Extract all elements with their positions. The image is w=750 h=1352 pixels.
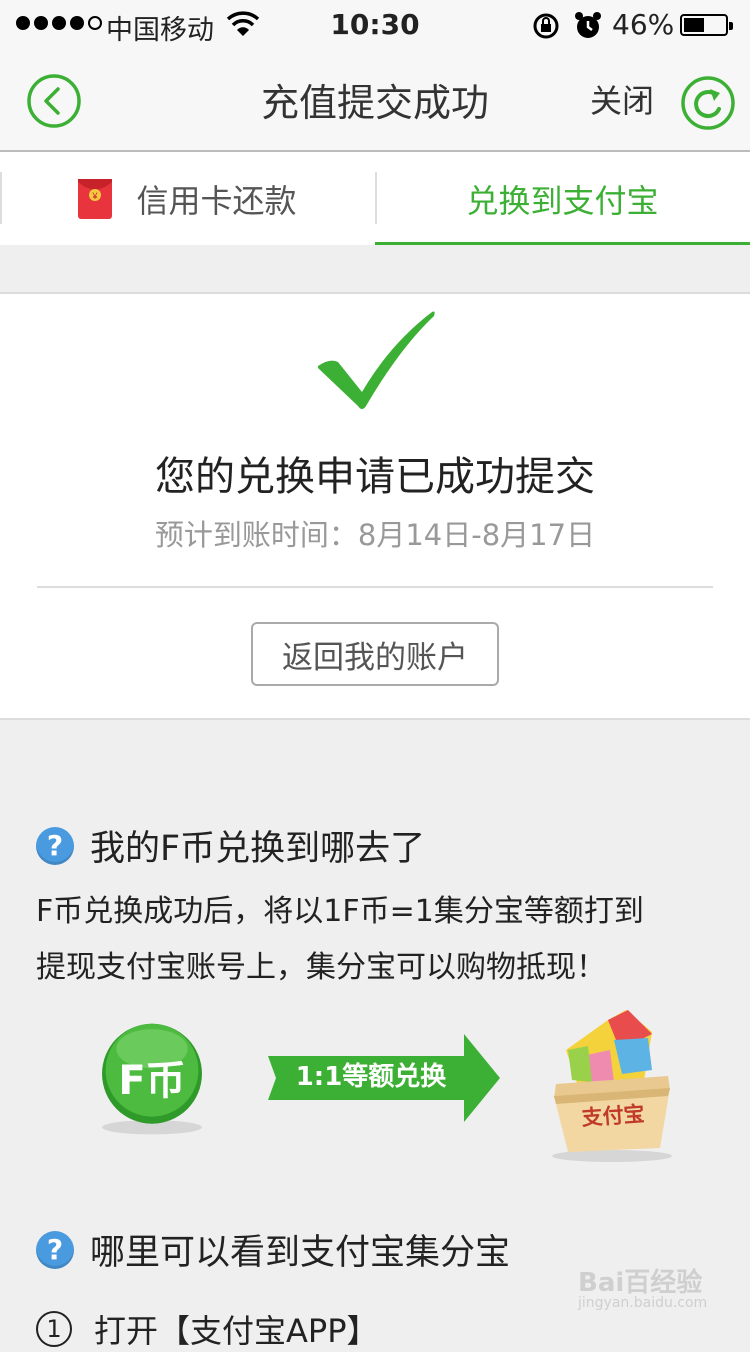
question-text: 哪里可以看到支付宝集分宝 <box>90 1233 511 1273</box>
answer-line: F币兑换成功后，将以1F币=1集分宝等额打到 <box>36 894 644 929</box>
divider <box>37 586 713 588</box>
success-heading: 您的兑换申请已成功提交 <box>155 454 595 500</box>
watermark: Bai百经验 jingyan.baidu.com <box>578 1262 707 1311</box>
refresh-button[interactable] <box>680 73 736 131</box>
status-bar: 中国移动 10:30 46% <box>0 0 750 52</box>
question-text: 我的F币兑换到哪去了 <box>90 829 426 869</box>
watermark-logo-text: Bai百经验 <box>578 1268 703 1298</box>
battery-percent: 46% <box>612 8 675 41</box>
success-card: 您的兑换申请已成功提交 预计到账时间：8月14日-8月17日 返回我的账户 <box>0 292 750 720</box>
active-tab-indicator <box>375 242 750 245</box>
alipay-box-icon <box>552 1010 672 1162</box>
rotation-lock-icon <box>533 13 559 39</box>
faq-question-2: ? 哪里可以看到支付宝集分宝 <box>36 1224 510 1275</box>
exchange-ratio-label: 1:1等额兑换 <box>295 1062 447 1092</box>
step-number: 1 <box>36 1311 72 1347</box>
alarm-icon <box>575 12 601 38</box>
alipay-box-label: 支付宝 <box>580 1101 646 1131</box>
step-1: 1 打开【支付宝APP】 <box>36 1306 379 1352</box>
question-icon: ? <box>36 1230 74 1269</box>
estimated-arrival: 预计到账时间：8月14日-8月17日 <box>154 518 596 552</box>
success-check-icon <box>318 311 435 409</box>
battery-icon <box>680 14 733 36</box>
red-envelope-icon: ¥ <box>78 178 113 219</box>
return-account-button[interactable]: 返回我的账户 <box>251 622 499 686</box>
svg-text:¥: ¥ <box>92 191 99 201</box>
answer-line: 提现支付宝账号上，集分宝可以购物抵现！ <box>36 950 606 985</box>
faq-question-1: ? 我的F币兑换到哪去了 <box>36 820 425 871</box>
nav-bar: 充值提交成功 关闭 <box>0 52 750 152</box>
faq-answer-1: F币兑换成功后，将以1F币=1集分宝等额打到 提现支付宝账号上，集分宝可以购物抵… <box>36 884 716 996</box>
tab-label: 信用卡还款 <box>136 181 297 220</box>
watermark-url: jingyan.baidu.com <box>578 1295 708 1311</box>
step-text: 打开【支付宝APP】 <box>94 1312 379 1350</box>
question-icon: ? <box>36 826 74 865</box>
close-button[interactable]: 关闭 <box>590 76 654 122</box>
coin-label: F币 <box>118 1058 186 1104</box>
tab-bar: ¥ 信用卡还款 兑换到支付宝 <box>0 152 750 245</box>
tab-credit-card-repayment[interactable]: ¥ 信用卡还款 <box>0 152 375 245</box>
exchange-illustration: F币 1:1等额兑换 支付宝 <box>0 1010 750 1162</box>
tab-exchange-alipay[interactable]: 兑换到支付宝 <box>375 152 750 245</box>
tab-label: 兑换到支付宝 <box>466 181 659 220</box>
